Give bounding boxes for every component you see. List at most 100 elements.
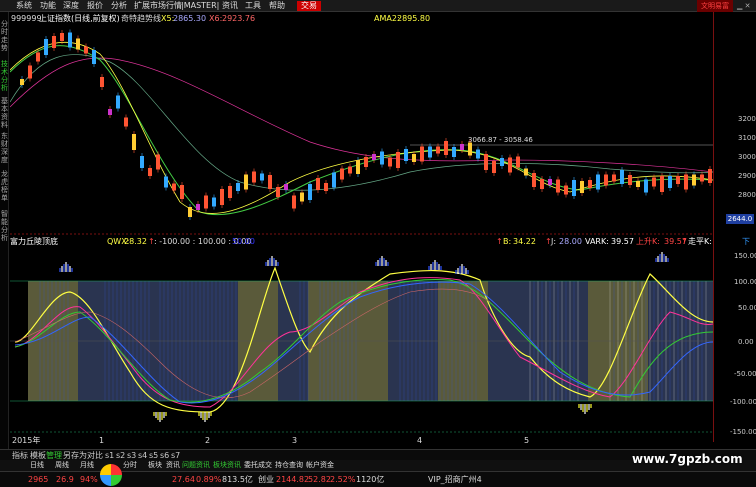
ind-tick: 50.00 [738,304,756,312]
menu-item-master[interactable]: |MASTER| [181,0,219,12]
candle-body [20,79,24,85]
side-tab-smart-analysis[interactable]: 智能分析 [0,210,9,242]
ind-tick: 150.00 [734,252,756,260]
candle-body [284,184,288,190]
side-tab-intraday[interactable]: 分时走势 [0,20,9,52]
trade-button[interactable]: 交易 [297,1,321,11]
month-label: 3 [292,436,297,445]
close-icon[interactable]: ✕ [745,2,751,10]
status-server: VIP_招商广州4 [428,475,482,484]
floating-ball-icon[interactable] [100,464,122,486]
candle-body [692,174,696,186]
candle-body [404,149,408,161]
menu-bar: 系统 功能 深度 报价 分析 扩展市场行情 |MASTER| 资讯 工具 帮助 … [0,0,756,12]
candle-body [292,195,296,209]
tab-news[interactable]: 资讯 [166,460,180,471]
candle-body [356,160,360,174]
status-gem-volume: 1120亿 [356,475,385,484]
candle-body [660,176,664,192]
candle-body [244,174,248,190]
candle-body [684,174,688,190]
tab-issue-news[interactable]: 问题资讯 [182,460,210,471]
tab-weekly[interactable]: 周线 [55,460,69,471]
candle-body [268,175,272,189]
candle-body [428,146,432,158]
candle-body [300,192,304,202]
menu-item-quote[interactable]: 报价 [87,0,103,12]
ma-line-yellow [10,41,713,214]
tab-sector-news[interactable]: 板块资讯 [213,460,241,471]
menu-item-system[interactable]: 系统 [16,0,32,12]
status-gem-change: 52.82 [308,475,331,484]
side-tab-depth[interactable]: 东财深度 [0,132,9,164]
candle-body [172,183,176,191]
candle-body [100,77,104,87]
candle-body [604,174,608,186]
candle-body [444,141,448,155]
candle-body [652,177,656,187]
candle-body [644,179,648,193]
month-label: 1 [99,436,104,445]
menu-item-analysis[interactable]: 分析 [111,0,127,12]
kline-chart[interactable]: 3066.87 - 3058.46 2015年 1 2 3 4 5 [10,12,713,448]
candle-body [228,186,232,198]
menu-item-function[interactable]: 功能 [40,0,56,12]
candle-body [596,174,600,190]
status-gem-pct: 2.52% [330,475,356,484]
minimize-icon[interactable]: ▁ [737,2,742,10]
tab-account[interactable]: 帐户资金 [306,460,334,471]
candle-body [276,187,280,197]
candle-body [516,156,520,168]
price-tick: 3100 [738,134,756,142]
side-tab-fundamentals[interactable]: 基本资料 [0,97,9,129]
candle-body [668,176,672,188]
candle-body [412,154,416,162]
candle-body [524,168,528,176]
month-label: 2 [205,436,210,445]
candle-body [588,180,592,188]
tab-positions[interactable]: 持仓查询 [275,460,303,471]
candle-body [700,174,704,182]
current-price-box: 2644.0 [726,214,754,224]
candle-body [140,156,144,168]
tab-monthly[interactable]: 月线 [80,460,94,471]
menu-item-tools[interactable]: 工具 [245,0,261,12]
candle-body [548,179,552,185]
candle-body [332,172,336,188]
candle-body [556,179,560,193]
menu-item-help[interactable]: 帮助 [269,0,285,12]
status-sz-change: 27.64 [172,475,195,484]
candle-body [564,185,568,195]
tab-orders[interactable]: 委托成交 [244,460,272,471]
window-controls[interactable]: ▁ ✕ [737,1,755,11]
tab-sector[interactable]: 板块 [148,460,162,471]
annotation-label: 3066.87 - 3058.46 [468,136,533,144]
ma-line-pink [10,57,713,173]
ind-tick: -150.00 [730,428,756,436]
candle-body [28,65,32,79]
status-gem-label: 创业 [258,475,274,484]
side-tab-technical[interactable]: 技术分析 [0,60,9,92]
side-tab-dragon-tiger[interactable]: 龙虎榜单 [0,170,9,202]
status-sz-volume: 813.5亿 [222,475,253,484]
ma-line-bright-green [10,45,713,216]
candle-body [436,146,440,154]
year-label: 2015年 [12,435,40,445]
menu-item-extended-market[interactable]: 扩展市场行情 [134,0,182,12]
candle-body [44,39,48,55]
candle-body [180,185,184,199]
candle-body [396,152,400,168]
candle-body [388,157,392,167]
candle-body [204,195,208,209]
price-tick: 2800 [738,191,756,199]
menu-item-news[interactable]: 资讯 [222,0,238,12]
brand-logo: 文明易富 [697,0,733,12]
menu-item-depth[interactable]: 深度 [63,0,79,12]
tab-intraday[interactable]: 分时 [123,460,137,471]
tab-daily[interactable]: 日线 [30,460,44,471]
ind-tick: -50.00 [734,370,756,378]
ind-tick: 0.00 [738,338,754,346]
candle-body [220,189,224,205]
status-sz-pct: 0.89% [196,475,222,484]
status-change: 26.9 [56,475,74,484]
